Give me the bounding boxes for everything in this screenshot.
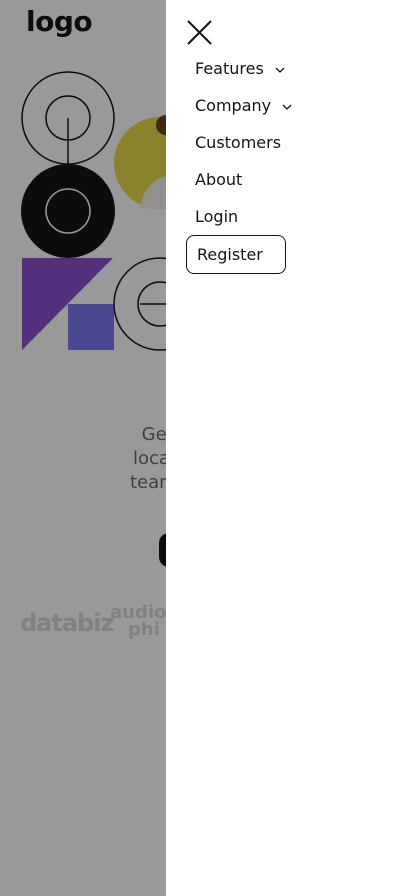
- nav-item-label[interactable]: Customers: [195, 133, 281, 152]
- nav-item-about[interactable]: About: [195, 170, 242, 189]
- nav-item-company[interactable]: Company: [195, 96, 293, 115]
- nav-item-label[interactable]: Features: [195, 59, 264, 78]
- nav-item-login[interactable]: Login: [195, 207, 238, 226]
- nav-item-features[interactable]: Features: [195, 59, 286, 78]
- register-button[interactable]: Register: [186, 235, 286, 274]
- navigation-drawer: Features Company Customers About Login R…: [166, 0, 414, 896]
- chevron-down-icon: [275, 67, 285, 73]
- nav-item-label[interactable]: Login: [195, 207, 238, 226]
- close-menu-button[interactable]: [186, 19, 214, 47]
- nav-item-label[interactable]: About: [195, 170, 242, 189]
- nav-item-label[interactable]: Company: [195, 96, 271, 115]
- nav-item-customers[interactable]: Customers: [195, 133, 281, 152]
- chevron-down-icon: [282, 104, 292, 110]
- close-icon[interactable]: [186, 19, 214, 47]
- register-label[interactable]: Register: [197, 245, 263, 264]
